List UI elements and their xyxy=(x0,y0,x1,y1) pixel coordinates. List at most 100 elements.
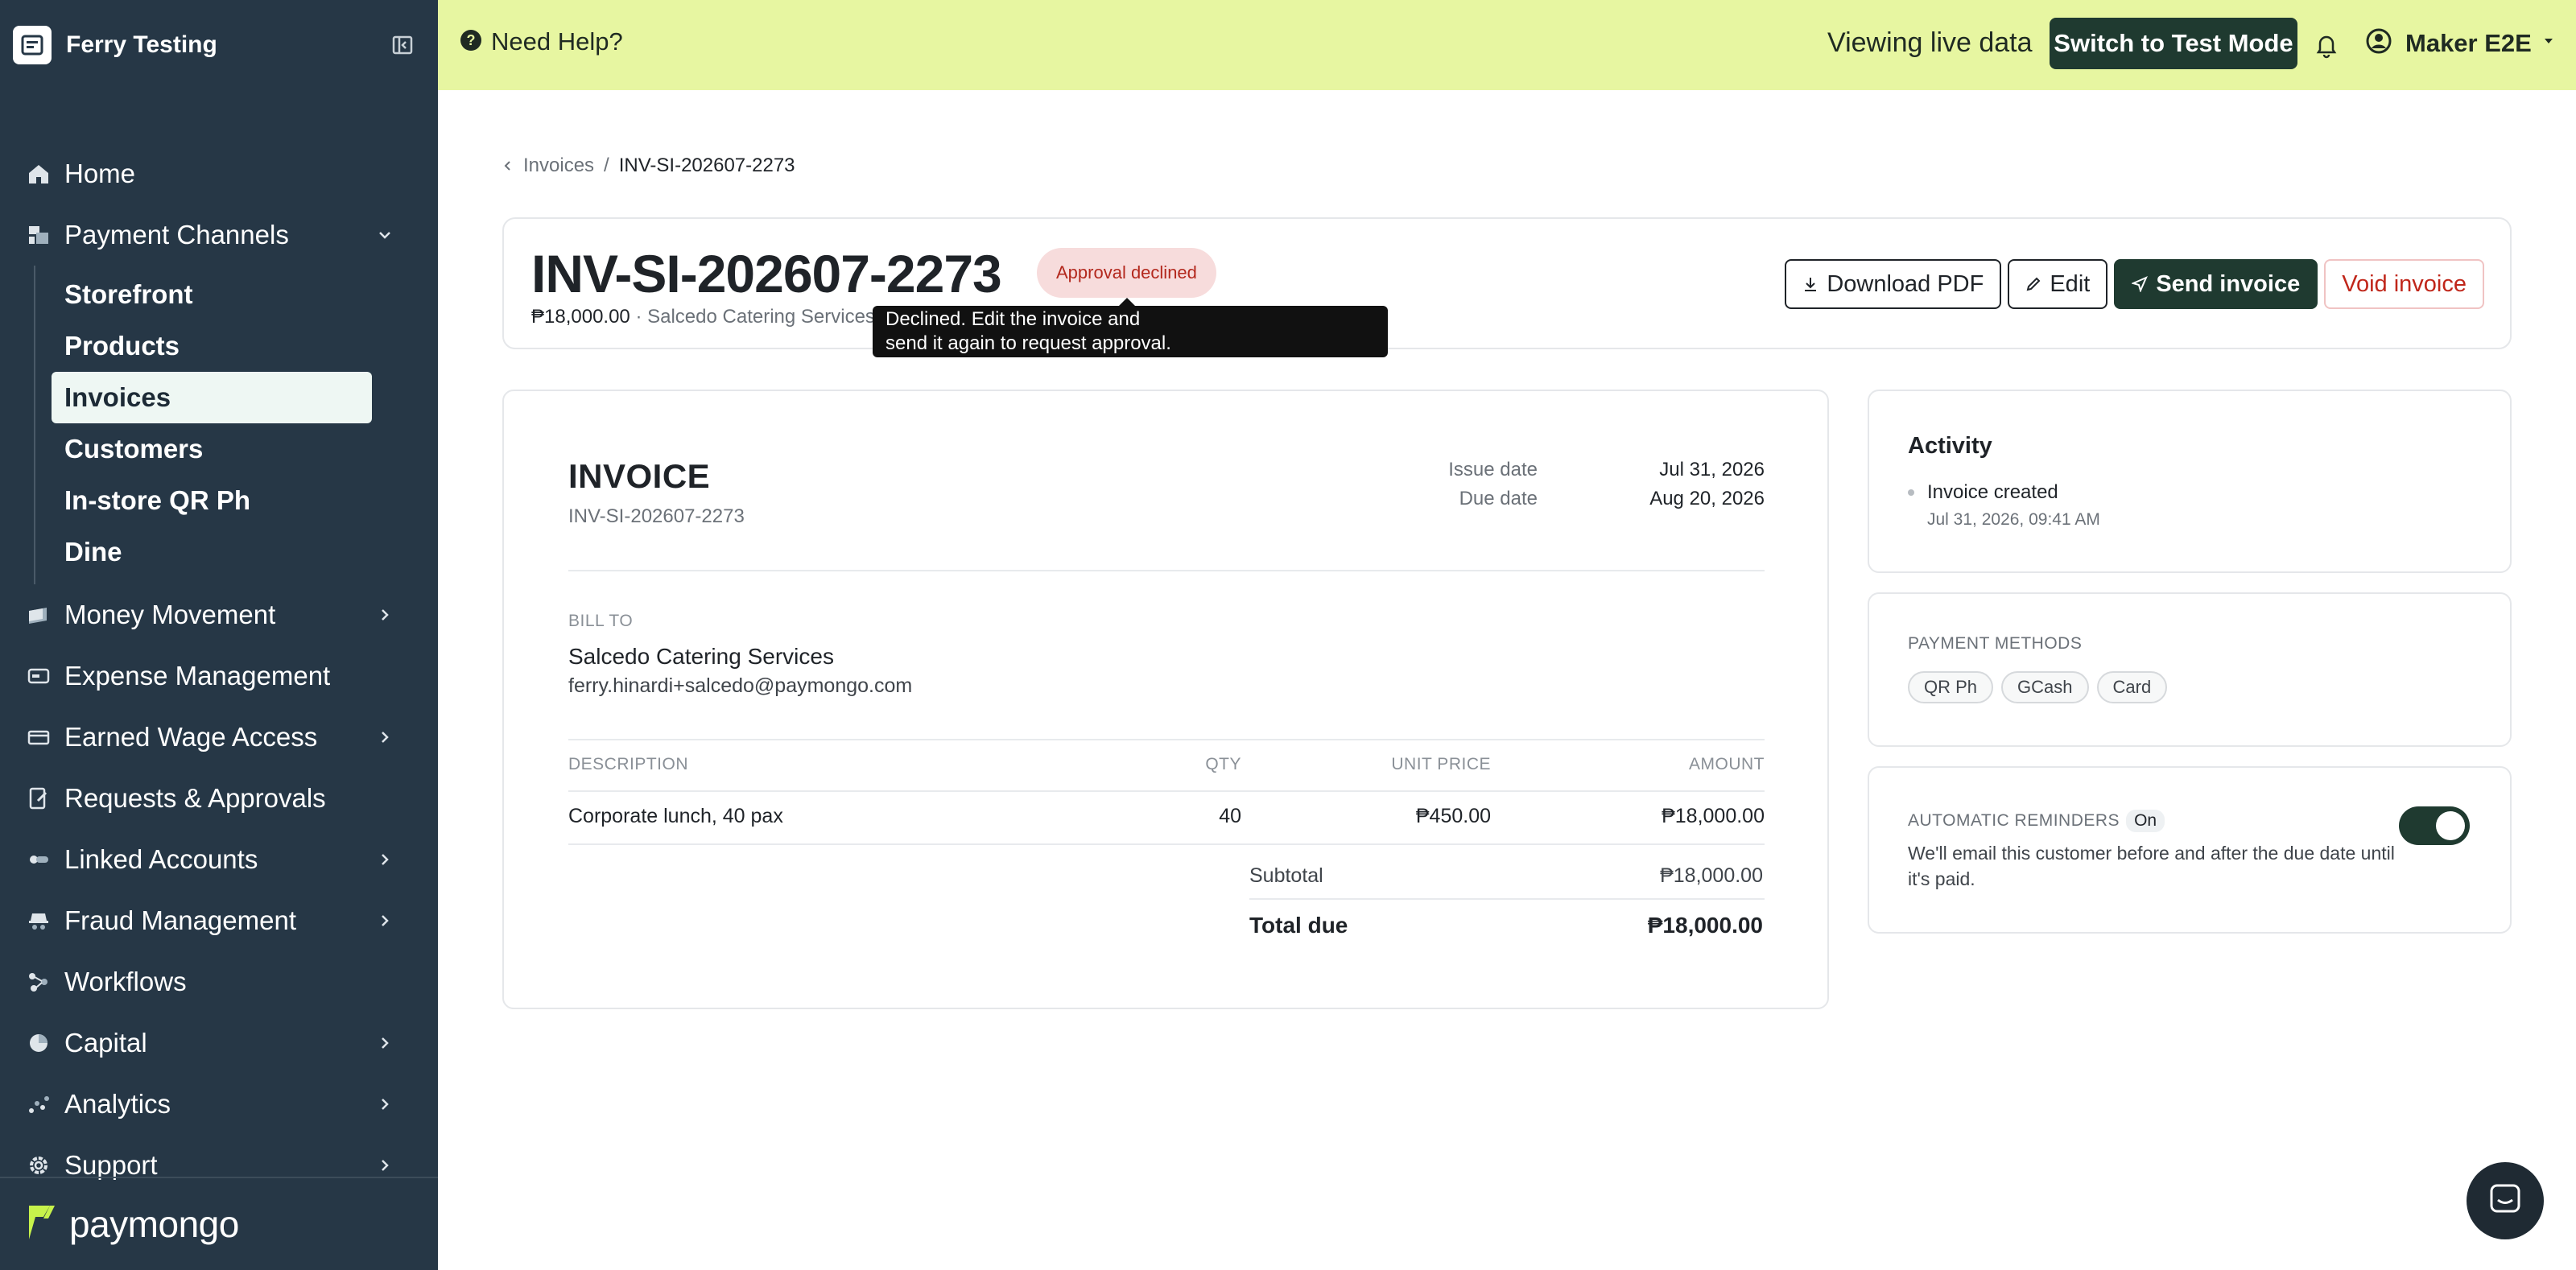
expense-card-icon xyxy=(26,663,52,689)
download-icon xyxy=(1802,276,1818,292)
sidebar: Ferry Testing Home Payment Channels Stor… xyxy=(0,0,438,1270)
payment-method-chips: QR Ph GCash Card xyxy=(1908,671,2168,703)
chevron-right-icon xyxy=(374,726,396,748)
divider xyxy=(568,790,1765,792)
invoice-header-card: INV-SI-202607-2273 Approval declined ₱18… xyxy=(502,217,2512,349)
caret-down-icon xyxy=(2543,35,2554,51)
sidebar-item-payment-channels[interactable]: Payment Channels xyxy=(0,204,438,266)
sidebar-item-workflows[interactable]: Workflows xyxy=(0,951,438,1012)
sidebar-item-home[interactable]: Home xyxy=(0,143,438,204)
reminders-toggle[interactable] xyxy=(2399,806,2470,845)
top-bar: ? Need Help? Viewing live data Switch to… xyxy=(438,0,2576,90)
workflow-icon xyxy=(26,969,52,995)
download-pdf-button[interactable]: Download PDF xyxy=(1785,259,2002,309)
timeline-dot xyxy=(1908,489,1914,496)
sidebar-item-label: Payment Channels xyxy=(64,220,289,249)
breadcrumb-parent-link[interactable]: Invoices xyxy=(523,155,594,177)
sidebar-item-fraud-management[interactable]: Fraud Management xyxy=(0,890,438,951)
bill-to-name: Salcedo Catering Services xyxy=(568,644,834,669)
paymongo-logo-icon xyxy=(26,1202,58,1247)
switch-test-mode-button[interactable]: Switch to Test Mode xyxy=(2050,18,2297,69)
due-date-value: Aug 20, 2026 xyxy=(1649,488,1765,509)
sidebar-item-money-movement[interactable]: Money Movement xyxy=(0,584,438,645)
need-help-label: Need Help? xyxy=(491,27,623,56)
column-unit-price: UNIT PRICE xyxy=(1391,755,1491,773)
reminders-label: AUTOMATIC REMINDERS xyxy=(1908,811,2120,830)
invoice-summary: ₱18,000.00 · Salcedo Catering Services xyxy=(531,306,875,328)
invoice-customer: · Salcedo Catering Services xyxy=(635,306,875,328)
status-tooltip: Declined. Edit the invoice and send it a… xyxy=(873,298,1388,357)
sidebar-item-requests-approvals[interactable]: Requests & Approvals xyxy=(0,768,438,829)
toggle-knob xyxy=(2436,811,2465,840)
collapse-sidebar-icon[interactable] xyxy=(390,32,415,58)
help-icon: ? xyxy=(459,28,483,56)
sidebar-item-label: Analytics xyxy=(64,1089,171,1119)
breadcrumb-current: INV-SI-202607-2273 xyxy=(618,155,795,176)
status-badge[interactable]: Approval declined xyxy=(1037,248,1216,298)
chevron-right-icon xyxy=(374,848,396,871)
gear-icon xyxy=(26,1152,52,1178)
payment-methods-card: PAYMENT METHODS QR Ph GCash Card xyxy=(1868,592,2512,747)
divider xyxy=(568,739,1765,740)
edit-button[interactable]: Edit xyxy=(2008,259,2108,309)
workspace-switcher[interactable]: Ferry Testing xyxy=(13,23,425,68)
sidebar-item-storefront[interactable]: Storefront xyxy=(35,269,372,320)
sidebar-item-earned-wage-access[interactable]: Earned Wage Access xyxy=(0,707,438,768)
bill-to-email: ferry.hinardi+salcedo@paymongo.com xyxy=(568,674,913,697)
sidebar-item-products[interactable]: Products xyxy=(35,320,372,372)
due-date-label: Due date xyxy=(1459,488,1538,509)
link-icon xyxy=(26,847,52,872)
sidebar-item-linked-accounts[interactable]: Linked Accounts xyxy=(0,829,438,890)
invoice-heading: INVOICE xyxy=(568,457,711,495)
chip-gcash: GCash xyxy=(2001,671,2089,703)
download-pdf-label: Download PDF xyxy=(1827,270,1984,297)
due-date-row: Due date Aug 20, 2026 xyxy=(1422,484,1765,513)
invoice-number: INV-SI-202607-2273 xyxy=(568,505,745,527)
activity-event: Invoice created xyxy=(1927,481,2058,503)
invoice-document: INVOICE INV-SI-202607-2273 Issue date Ju… xyxy=(502,390,1829,1009)
sidebar-item-label: Requests & Approvals xyxy=(64,783,326,813)
activity-card: Activity Invoice created Jul 31, 2026, 0… xyxy=(1868,390,2512,573)
svg-text:?: ? xyxy=(467,32,476,48)
column-amount: AMOUNT xyxy=(1689,755,1765,773)
divider xyxy=(1249,898,1765,900)
invoice-actions: Download PDF Edit Send invoice Void invo… xyxy=(1785,259,2484,309)
tooltip-line: send it again to request approval. xyxy=(886,332,1171,354)
money-movement-icon xyxy=(26,602,52,628)
sidebar-item-expense-management[interactable]: Expense Management xyxy=(0,645,438,707)
chip-qr-ph: QR Ph xyxy=(1908,671,1994,703)
sidebar-item-instore-qr[interactable]: In-store QR Ph xyxy=(35,475,372,526)
sidebar-item-customers[interactable]: Customers xyxy=(35,423,372,475)
reminders-label-row: AUTOMATIC REMINDERS On xyxy=(1908,810,2165,832)
breadcrumb-separator: / xyxy=(604,155,609,176)
send-invoice-label: Send invoice xyxy=(2156,270,2301,297)
void-invoice-button[interactable]: Void invoice xyxy=(2324,259,2484,309)
send-invoice-button[interactable]: Send invoice xyxy=(2114,259,2318,309)
bell-icon[interactable] xyxy=(2312,31,2341,60)
sidebar-item-capital[interactable]: Capital xyxy=(0,1012,438,1074)
sidebar-item-label: Expense Management xyxy=(64,661,331,691)
chip-card: Card xyxy=(2096,671,2168,703)
activity-time: Jul 31, 2026, 09:41 AM xyxy=(1927,510,2100,529)
column-description: DESCRIPTION xyxy=(568,755,689,773)
total-due-value: ₱18,000.00 xyxy=(1647,913,1763,938)
need-help-link[interactable]: ? Need Help? xyxy=(459,27,623,56)
subtotal-value: ₱18,000.00 xyxy=(1660,864,1763,887)
sidebar-item-analytics[interactable]: Analytics xyxy=(0,1074,438,1135)
activity-title: Activity xyxy=(1908,433,1992,459)
user-menu[interactable]: Maker E2E xyxy=(2365,27,2554,59)
chat-support-button[interactable] xyxy=(2467,1162,2544,1239)
issue-date-label: Issue date xyxy=(1448,459,1538,480)
sidebar-item-label: Earned Wage Access xyxy=(64,722,318,752)
edit-label: Edit xyxy=(2050,270,2091,297)
chevron-right-icon xyxy=(374,1154,396,1177)
issue-date-value: Jul 31, 2026 xyxy=(1659,459,1765,480)
sidebar-item-invoices[interactable]: Invoices xyxy=(52,372,372,423)
payment-channels-subnav: Storefront Products Invoices Customers I… xyxy=(34,266,438,584)
chevron-right-icon xyxy=(374,1032,396,1054)
chevron-right-icon xyxy=(374,909,396,932)
sidebar-item-dine[interactable]: Dine xyxy=(35,526,372,578)
brand-footer: paymongo xyxy=(0,1177,438,1270)
chevron-left-icon xyxy=(502,155,514,177)
row-description: Corporate lunch, 40 pax xyxy=(568,805,783,827)
